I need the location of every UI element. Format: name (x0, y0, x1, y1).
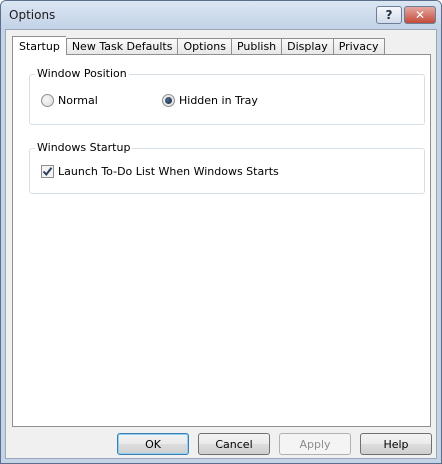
normal-radio[interactable]: Normal (41, 94, 98, 107)
hidden-in-tray-radio[interactable]: Hidden in Tray (162, 94, 258, 107)
windows-startup-label: Windows Startup (35, 141, 133, 154)
window-title: Options (9, 8, 56, 22)
normal-radio-button[interactable] (41, 94, 54, 107)
window-position-group: Window Position Normal Hidden in Tray (29, 67, 425, 125)
dialog-body: Startup New Task Defaults Options Publis… (5, 29, 437, 459)
startup-tab-page: Window Position Normal Hidden in Tray Wi… (12, 54, 431, 427)
normal-radio-label[interactable]: Normal (58, 94, 98, 107)
ok-button[interactable]: OK (117, 433, 189, 455)
launch-on-startup-checkbox[interactable]: Launch To-Do List When Windows Starts (41, 165, 279, 178)
options-dialog: Options ? ✕ Startup New Task Defaults Op… (0, 0, 442, 464)
tab-strip: Startup New Task Defaults Options Publis… (12, 36, 385, 57)
close-button[interactable]: ✕ (404, 6, 436, 24)
hidden-in-tray-radio-label[interactable]: Hidden in Tray (179, 94, 258, 107)
help-title-button[interactable]: ? (376, 6, 402, 24)
window-position-label: Window Position (35, 67, 129, 80)
tab-startup[interactable]: Startup (12, 36, 66, 57)
radio-selected-dot (165, 97, 172, 104)
launch-checkbox-box[interactable] (41, 165, 54, 178)
help-button[interactable]: Help (360, 433, 432, 455)
title-bar[interactable]: Options ? ✕ (1, 1, 441, 29)
hidden-in-tray-radio-button[interactable] (162, 94, 175, 107)
apply-button[interactable]: Apply (279, 433, 351, 455)
windows-startup-group: Windows Startup Launch To-Do List When W… (29, 141, 425, 194)
launch-checkbox-label[interactable]: Launch To-Do List When Windows Starts (58, 165, 279, 178)
cancel-button[interactable]: Cancel (198, 433, 270, 455)
checkmark-icon (42, 167, 53, 177)
